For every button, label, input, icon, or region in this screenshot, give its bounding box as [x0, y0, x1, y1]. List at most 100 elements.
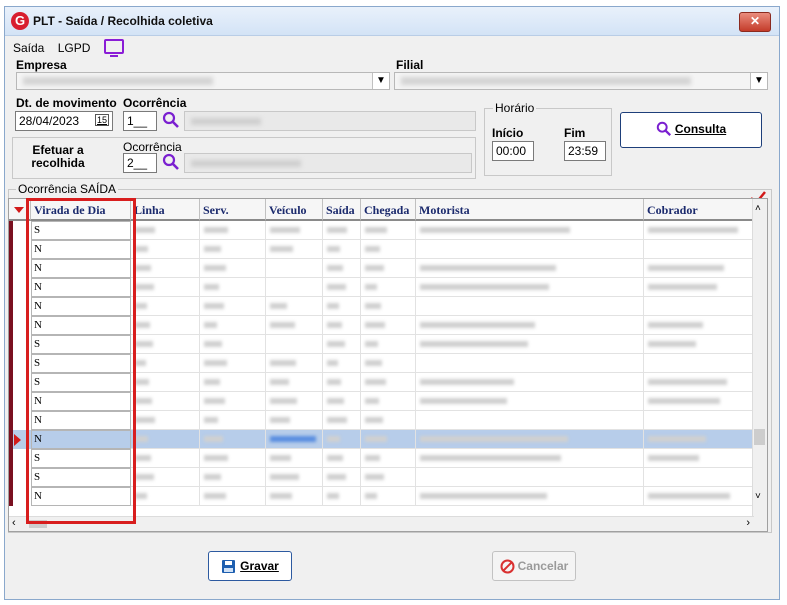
scroll-thumb[interactable]	[754, 429, 765, 445]
grid-cell[interactable]	[644, 487, 754, 506]
column-header-virada[interactable]: Virada de Dia	[31, 199, 131, 221]
table-row[interactable]: S	[9, 221, 754, 240]
grid-cell[interactable]	[200, 278, 266, 297]
grid-cell[interactable]	[644, 449, 754, 468]
grid-cell[interactable]	[361, 297, 416, 316]
row-indicator[interactable]	[9, 373, 29, 392]
virada-cell[interactable]: N	[31, 316, 131, 335]
column-header-motorista[interactable]: Motorista	[416, 199, 644, 221]
grid-cell[interactable]	[200, 221, 266, 240]
grid-cell[interactable]	[323, 278, 361, 297]
grid-cell[interactable]	[416, 430, 644, 449]
virada-cell[interactable]: N	[31, 411, 131, 430]
filial-combo[interactable]: ▼	[394, 72, 768, 90]
row-indicator[interactable]	[9, 240, 29, 259]
column-header-saida[interactable]: Saída	[323, 199, 361, 221]
grid-cell[interactable]	[323, 411, 361, 430]
grid-cell[interactable]	[266, 259, 323, 278]
table-row[interactable]: N	[9, 430, 754, 449]
vertical-scrollbar[interactable]: ˄ ˅	[752, 199, 767, 531]
dt-movimento-field[interactable]: 28/04/2023 15	[15, 111, 113, 131]
grid-cell[interactable]	[361, 316, 416, 335]
grid-cell[interactable]	[361, 392, 416, 411]
grid-cell[interactable]	[200, 373, 266, 392]
cancelar-button[interactable]: Cancelar	[492, 551, 576, 581]
grid-cell[interactable]	[131, 259, 200, 278]
grid-cell[interactable]	[644, 221, 754, 240]
gravar-button[interactable]: Gravar	[208, 551, 292, 581]
grid-cell[interactable]	[200, 297, 266, 316]
grid-cell[interactable]	[644, 411, 754, 430]
chevron-down-icon[interactable]: ▼	[372, 73, 389, 89]
virada-cell[interactable]: S	[31, 449, 131, 468]
row-indicator[interactable]	[9, 449, 29, 468]
grid-cell[interactable]	[131, 221, 200, 240]
grid-cell[interactable]	[644, 468, 754, 487]
table-row[interactable]: N	[9, 487, 754, 506]
grid-cell[interactable]	[131, 487, 200, 506]
column-header-serv[interactable]: Serv.	[200, 199, 266, 221]
grid-cell[interactable]	[361, 487, 416, 506]
grid-cell[interactable]	[323, 449, 361, 468]
row-indicator[interactable]	[9, 221, 29, 240]
inicio-input[interactable]: 00:00	[492, 141, 534, 161]
close-button[interactable]: ✕	[739, 12, 771, 32]
ocorrencia2-input[interactable]: 2__	[123, 153, 157, 173]
hscroll-thumb[interactable]	[29, 520, 47, 528]
table-row[interactable]: S	[9, 449, 754, 468]
grid-cell[interactable]	[416, 316, 644, 335]
grid-cell[interactable]	[323, 240, 361, 259]
grid-cell[interactable]	[266, 297, 323, 316]
grid-cell[interactable]	[200, 411, 266, 430]
grid-cell[interactable]	[416, 259, 644, 278]
grid-cell[interactable]	[644, 392, 754, 411]
grid-cell[interactable]	[323, 221, 361, 240]
grid-cell[interactable]	[266, 392, 323, 411]
grid-cell[interactable]	[323, 297, 361, 316]
row-indicator[interactable]	[9, 468, 29, 487]
virada-cell[interactable]: S	[31, 335, 131, 354]
grid-cell[interactable]	[361, 430, 416, 449]
empresa-combo[interactable]: ▼	[16, 72, 390, 90]
grid-cell[interactable]	[323, 335, 361, 354]
table-row[interactable]: S	[9, 468, 754, 487]
grid-cell[interactable]	[266, 373, 323, 392]
grid-cell[interactable]	[131, 411, 200, 430]
grid-cell[interactable]	[131, 392, 200, 411]
grid-cell[interactable]	[644, 240, 754, 259]
grid-cell[interactable]	[361, 221, 416, 240]
row-indicator[interactable]	[9, 278, 29, 297]
chevron-up-icon[interactable]: ˄	[755, 203, 761, 214]
grid-cell[interactable]	[644, 430, 754, 449]
grid-cell[interactable]	[644, 278, 754, 297]
column-header-chegada[interactable]: Chegada	[361, 199, 416, 221]
table-row[interactable]: N	[9, 411, 754, 430]
table-row[interactable]: N	[9, 240, 754, 259]
grid-cell[interactable]	[416, 468, 644, 487]
table-row[interactable]: S	[9, 354, 754, 373]
chevron-down-icon[interactable]: ˅	[755, 491, 761, 502]
virada-cell[interactable]: S	[31, 221, 131, 240]
grid-cell[interactable]	[266, 240, 323, 259]
grid-cell[interactable]	[266, 411, 323, 430]
chevron-left-icon[interactable]: ‹	[12, 517, 16, 529]
grid-cell[interactable]	[416, 487, 644, 506]
grid-cell[interactable]	[266, 430, 323, 449]
column-header-cobrador[interactable]: Cobrador	[644, 199, 754, 221]
grid-cell[interactable]	[644, 297, 754, 316]
virada-cell[interactable]: N	[31, 487, 131, 506]
virada-cell[interactable]: S	[31, 354, 131, 373]
grid-cell[interactable]	[200, 259, 266, 278]
grid-cell[interactable]	[266, 487, 323, 506]
grid-cell[interactable]	[131, 335, 200, 354]
row-indicator[interactable]	[9, 411, 29, 430]
grid-cell[interactable]	[361, 449, 416, 468]
grid-cell[interactable]	[323, 487, 361, 506]
grid-cell[interactable]	[323, 392, 361, 411]
table-row[interactable]: N	[9, 392, 754, 411]
virada-cell[interactable]: N	[31, 392, 131, 411]
grid-cell[interactable]	[200, 468, 266, 487]
grid-cell[interactable]	[416, 335, 644, 354]
table-row[interactable]: N	[9, 316, 754, 335]
grid-cell[interactable]	[266, 335, 323, 354]
